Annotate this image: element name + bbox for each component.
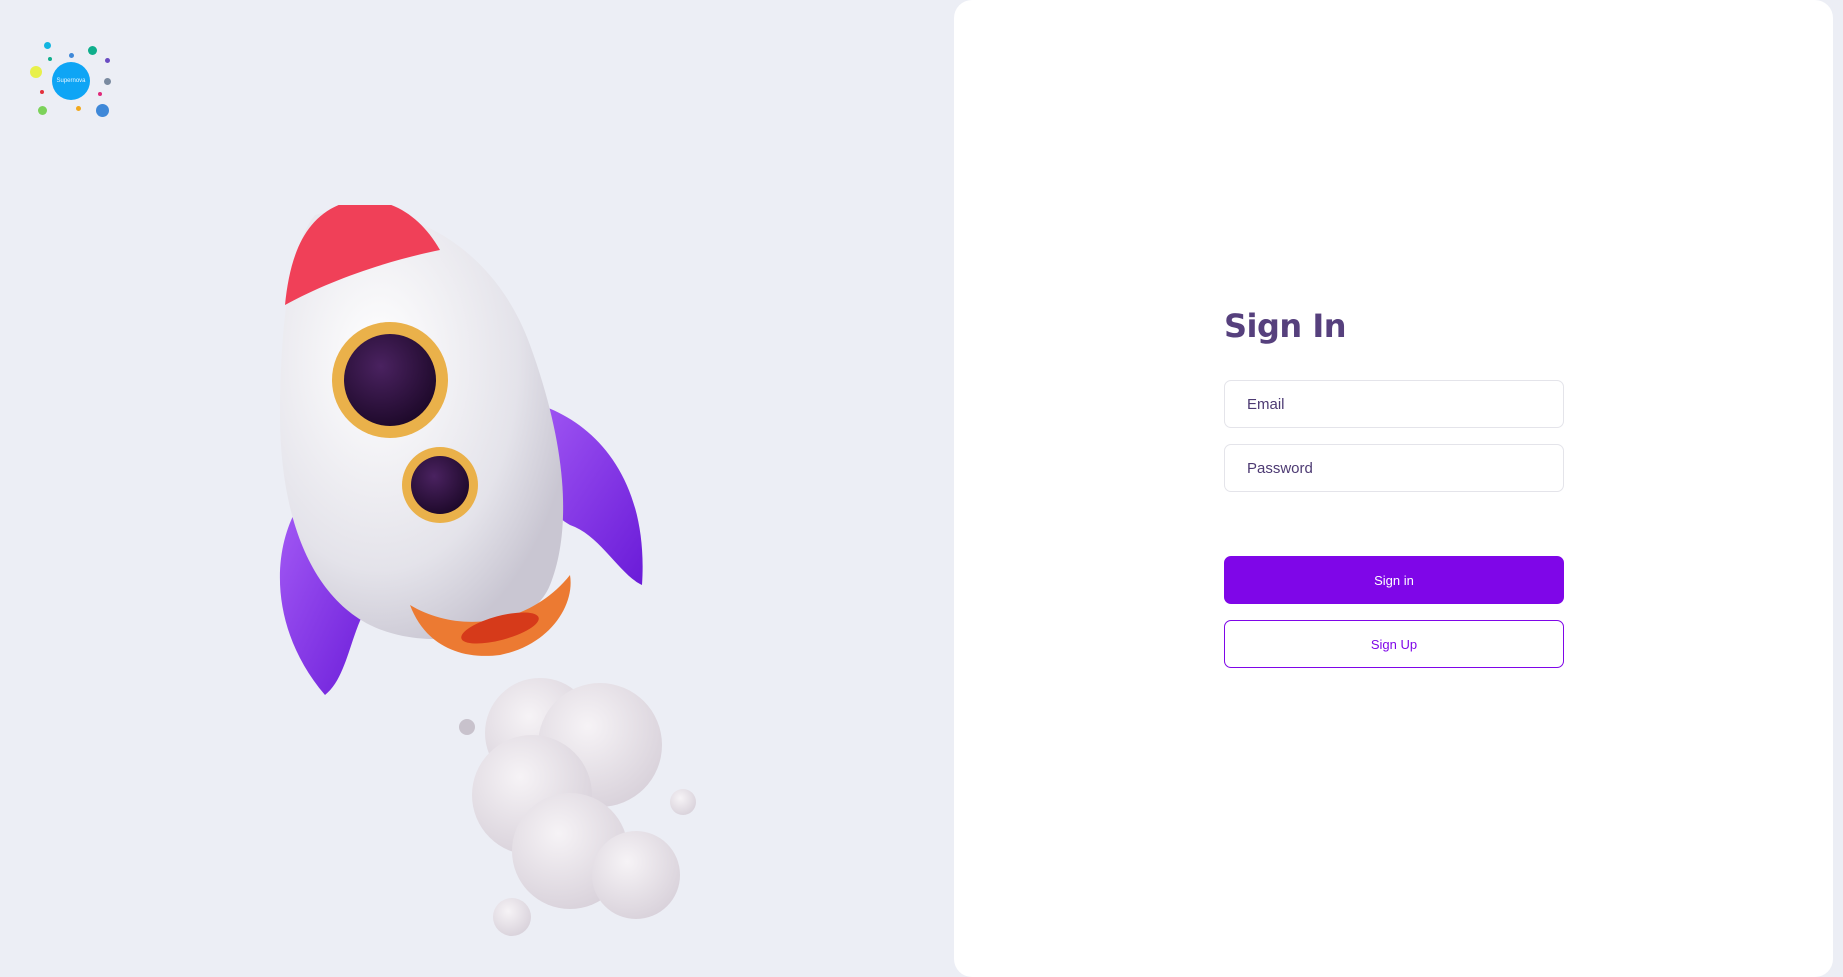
illustration-pane: Supernova [0, 0, 954, 977]
sign-in-button[interactable]: Sign in [1224, 556, 1564, 604]
logo-dot [30, 66, 42, 78]
rocket-illustration [279, 205, 696, 936]
logo-center-circle: Supernova [52, 62, 90, 100]
sign-up-button[interactable]: Sign Up [1224, 620, 1564, 668]
logo-dot [105, 58, 110, 63]
logo-dot [69, 53, 74, 58]
email-field[interactable] [1224, 380, 1564, 428]
smoke-cloud [459, 678, 696, 936]
logo-dot [76, 106, 81, 111]
logo-dot [104, 78, 111, 85]
sign-in-form: Sign In Sign in Sign Up [1224, 302, 1564, 668]
page-title: Sign In [1224, 307, 1347, 345]
logo-dot [40, 90, 44, 94]
sign-in-card: Sign In Sign in Sign Up [954, 0, 1833, 977]
logo-dot [96, 104, 109, 117]
logo-dot [44, 42, 51, 49]
logo-dot [88, 46, 97, 55]
password-field[interactable] [1224, 444, 1564, 492]
logo-dot [98, 92, 102, 96]
logo-dot [38, 106, 47, 115]
logo-dot [48, 57, 52, 61]
sign-in-page: Supernova Sign In Email Sign in Sign Up [0, 0, 1843, 977]
supernova-logo[interactable]: Supernova [26, 40, 116, 122]
sign-up-button-label: Sign Up [1370, 636, 1418, 652]
sign-in-button-label: Sign in [1374, 572, 1414, 588]
logo-text: Supernova [56, 78, 86, 84]
